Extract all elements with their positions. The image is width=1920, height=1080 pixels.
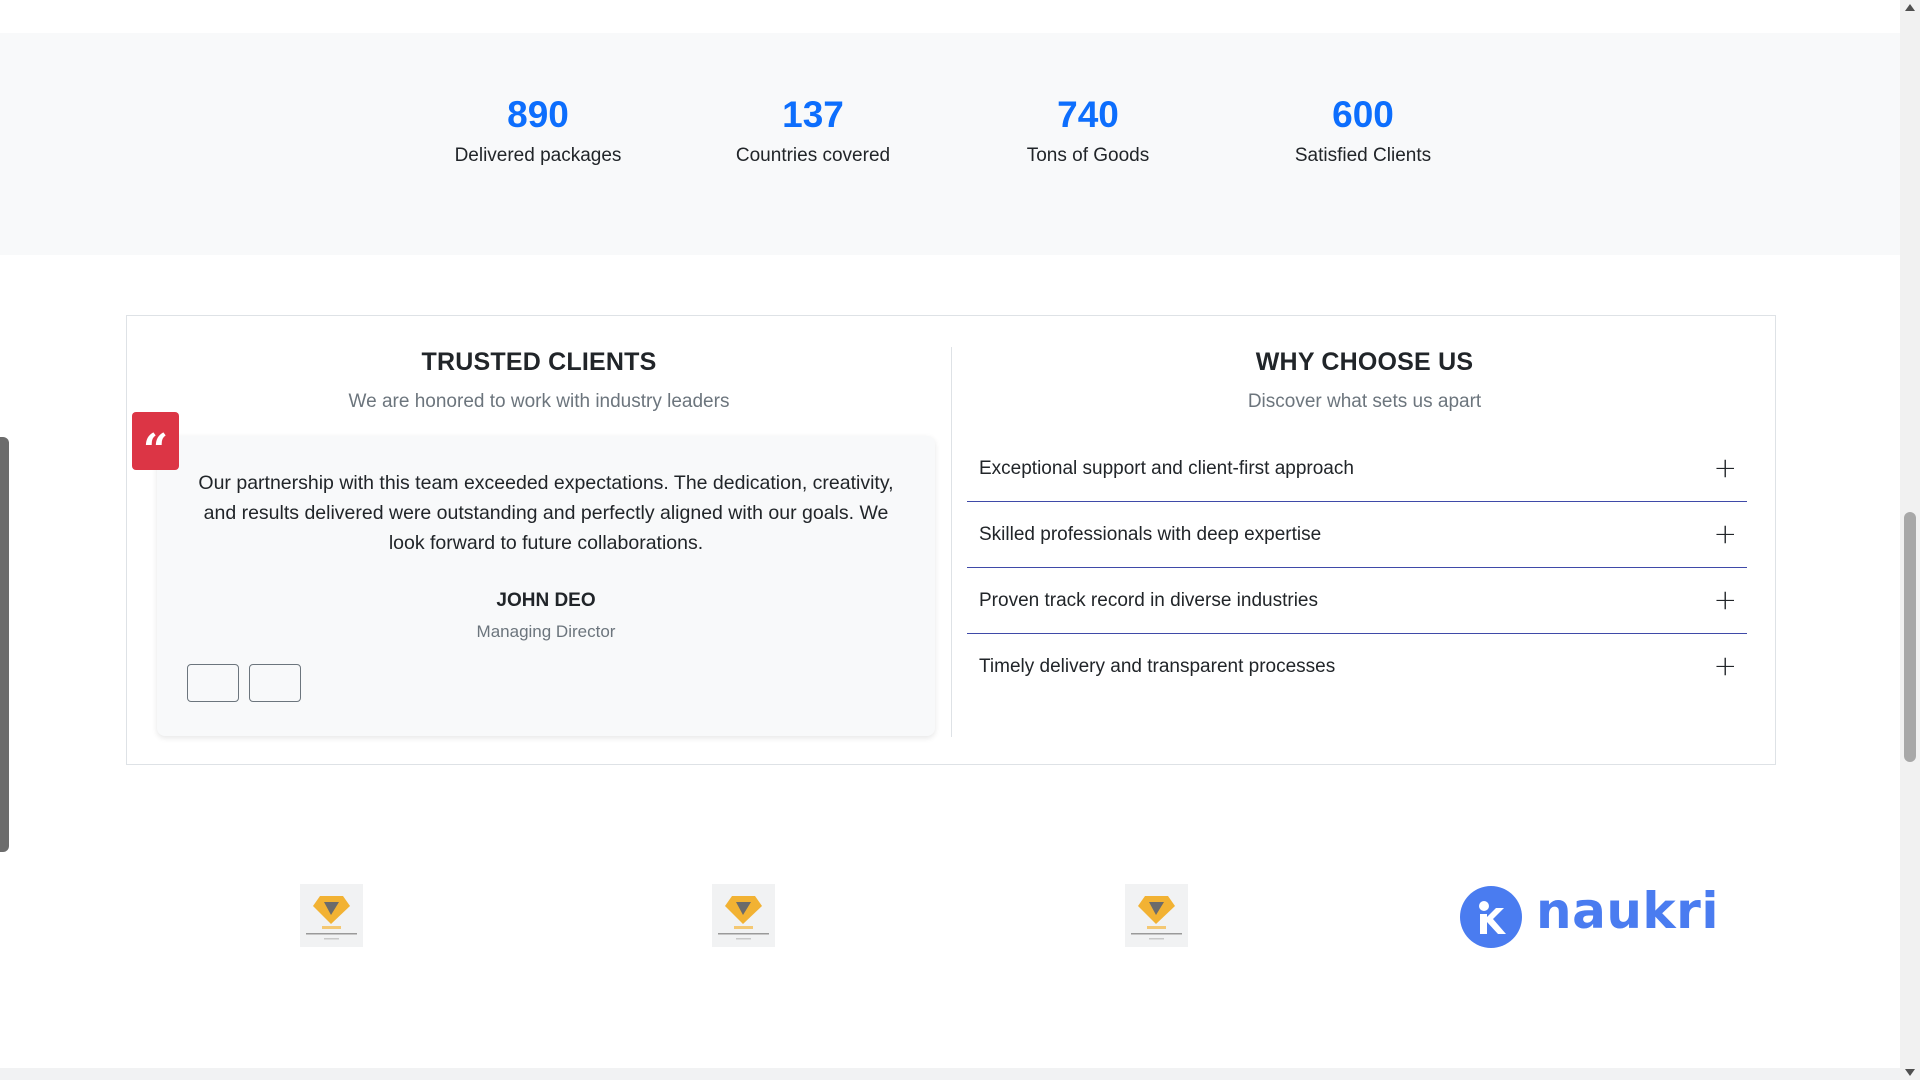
page-viewport: 890 Delivered packages 137 Countries cov… xyxy=(0,0,1900,1080)
footer-strip xyxy=(0,1068,1900,1080)
client-logo xyxy=(1125,884,1188,947)
client-logo xyxy=(300,884,363,947)
stat-label: Delivered packages xyxy=(454,145,622,167)
accordion-item-delivery[interactable]: Timely delivery and transparent processe… xyxy=(967,634,1747,700)
accordion-item-professionals[interactable]: Skilled professionals with deep expertis… xyxy=(967,502,1747,568)
carousel-next-button[interactable] xyxy=(249,664,301,702)
naukri-logo-icon xyxy=(1460,886,1522,948)
trusted-clients-title: TRUSTED CLIENTS xyxy=(421,348,657,376)
stat-number: 600 xyxy=(1332,94,1394,135)
accordion-item-label: Exceptional support and client-first app… xyxy=(979,458,1354,479)
plus-icon[interactable]: + xyxy=(1714,502,1737,566)
page-scrollbar[interactable] xyxy=(1900,0,1920,1080)
accordion-item-label: Skilled professionals with deep expertis… xyxy=(979,524,1322,545)
clients-why-card: TRUSTED CLIENTS We are honored to work w… xyxy=(126,315,1776,765)
plus-icon[interactable]: + xyxy=(1714,634,1737,698)
scroll-up-icon[interactable] xyxy=(1905,4,1915,11)
accordion-item-label: Timely delivery and transparent processe… xyxy=(979,656,1336,677)
plus-icon[interactable]: + xyxy=(1714,436,1737,500)
plus-icon[interactable]: + xyxy=(1714,568,1737,632)
carousel-prev-button[interactable] xyxy=(187,664,239,702)
trusted-clients-subtitle: We are honored to work with industry lea… xyxy=(348,391,730,412)
testimonial-text: Our partnership with this team exceeded … xyxy=(198,472,894,554)
accordion-item-support[interactable]: Exceptional support and client-first app… xyxy=(967,436,1747,502)
scroll-down-icon[interactable] xyxy=(1905,1069,1915,1076)
stats-section: 890 Delivered packages 137 Countries cov… xyxy=(0,33,1900,255)
stat-label: Tons of Goods xyxy=(1026,145,1150,167)
stat-delivered: 890 Delivered packages xyxy=(388,93,688,167)
stat-number: 890 xyxy=(507,94,569,135)
stat-clients: 600 Satisfied Clients xyxy=(1213,93,1513,167)
accordion-item-track-record[interactable]: Proven track record in diverse industrie… xyxy=(967,568,1747,634)
company-logo-icon xyxy=(306,896,357,940)
client-logo xyxy=(712,884,775,947)
company-logo-icon xyxy=(718,896,769,940)
quote-icon: “ xyxy=(132,412,179,476)
stat-tons: 740 Tons of Goods xyxy=(938,93,1238,167)
testimonial-author-role: Managing Director xyxy=(476,622,616,641)
testimonial-author-name: JOHN DEO xyxy=(496,590,596,611)
stat-countries: 137 Countries covered xyxy=(663,93,963,167)
testimonial-card: Our partnership with this team exceeded … xyxy=(157,436,935,736)
company-logo-icon xyxy=(1131,896,1182,940)
why-choose-us-subtitle: Discover what sets us apart xyxy=(1247,391,1482,412)
scrollbar-thumb[interactable] xyxy=(1904,512,1916,762)
accordion-item-label: Proven track record in diverse industrie… xyxy=(979,590,1318,611)
stat-number: 740 xyxy=(1057,94,1119,135)
stat-label: Countries covered xyxy=(735,145,891,167)
why-choose-us-title: WHY CHOOSE US xyxy=(1255,348,1474,376)
stat-label: Satisfied Clients xyxy=(1294,145,1432,167)
stat-number: 137 xyxy=(782,94,844,135)
side-drawer-handle[interactable] xyxy=(0,437,9,852)
naukri-wordmark: naukri xyxy=(1536,882,1719,940)
